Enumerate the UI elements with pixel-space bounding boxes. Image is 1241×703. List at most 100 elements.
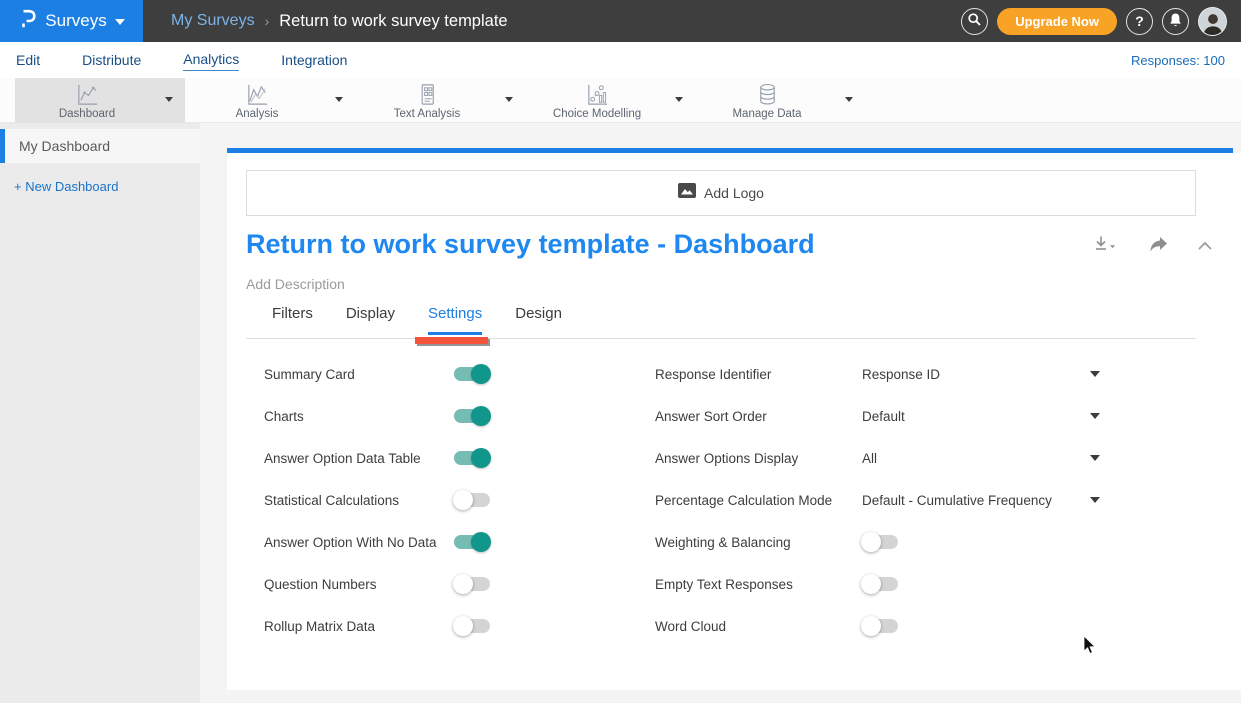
download-button[interactable] <box>1093 235 1117 258</box>
image-icon <box>678 183 696 203</box>
question-numbers-toggle[interactable] <box>454 577 490 591</box>
nav-item-edit[interactable]: Edit <box>16 50 40 70</box>
breadcrumb-my-surveys[interactable]: My Surveys <box>171 12 255 30</box>
empty-text-responses-toggle[interactable] <box>862 577 898 591</box>
setting-label: Answer Options Display <box>655 451 862 466</box>
chevron-down-icon <box>115 19 125 25</box>
nav-item-distribute[interactable]: Distribute <box>82 50 141 70</box>
summary-card-toggle[interactable] <box>454 367 490 381</box>
setting-label: Answer Sort Order <box>655 409 862 424</box>
analysis-dropdown-caret-icon[interactable] <box>335 97 343 102</box>
statistical-calculations-toggle[interactable] <box>454 493 490 507</box>
dropdown-caret-icon[interactable] <box>1090 371 1100 377</box>
text-analysis-dropdown-caret-icon[interactable] <box>505 97 513 102</box>
choice-modelling-icon <box>585 82 610 107</box>
setting-label: Answer Option Data Table <box>264 451 421 466</box>
settings-tab-annotation-marker <box>415 337 488 344</box>
sidebar-item-my-dashboard[interactable]: My Dashboard <box>0 129 200 163</box>
share-icon[interactable] <box>1147 236 1168 258</box>
search-icon <box>967 12 982 30</box>
search-button[interactable] <box>961 8 988 35</box>
setting-row-empty-text-responses: Empty Text Responses <box>655 563 1100 605</box>
setting-label: Word Cloud <box>655 619 862 634</box>
toolbar-item-manage-data[interactable]: Manage Data <box>695 78 865 123</box>
add-logo-button[interactable]: Add Logo <box>246 170 1196 216</box>
toolbar-item-dashboard[interactable]: Dashboard <box>15 78 185 123</box>
collapse-chevron-icon[interactable] <box>1197 238 1213 256</box>
add-description-field[interactable]: Add Description <box>246 276 345 292</box>
setting-label: Rollup Matrix Data <box>264 619 375 634</box>
setting-row-weighting-balancing: Weighting & Balancing <box>655 521 1100 563</box>
nav-item-integration[interactable]: Integration <box>281 50 347 70</box>
response-identifier-select[interactable]: Response ID <box>862 367 1090 382</box>
setting-row-rollup-matrix-data: Rollup Matrix Data <box>264 605 490 647</box>
settings-dropdown-column: Response Identifier Response ID Answer S… <box>655 353 1100 647</box>
setting-row-answer-option-data-table: Answer Option Data Table <box>264 437 490 479</box>
settings-toggle-column: Summary Card Charts Answer Option Data T… <box>264 353 490 647</box>
charts-toggle[interactable] <box>454 409 490 423</box>
rollup-matrix-data-toggle[interactable] <box>454 619 490 633</box>
tab-display[interactable]: Display <box>346 305 395 335</box>
nav-item-analytics[interactable]: Analytics <box>183 49 239 71</box>
setting-row-summary-card: Summary Card <box>264 353 490 395</box>
toolbar-item-choice-modelling[interactable]: Choice Modelling <box>525 78 695 123</box>
toolbar-item-label: Text Analysis <box>394 108 460 120</box>
dropdown-caret-icon[interactable] <box>1090 455 1100 461</box>
answer-option-data-table-toggle[interactable] <box>454 451 490 465</box>
help-button[interactable]: ? <box>1126 8 1153 35</box>
dashboard-sidebar: My Dashboard + New Dashboard <box>0 123 200 703</box>
dashboard-chart-icon <box>75 82 100 107</box>
choice-modelling-dropdown-caret-icon[interactable] <box>675 97 683 102</box>
dashboard-card: Add Logo Return to work survey template … <box>227 153 1241 690</box>
tabs-divider <box>246 338 1196 339</box>
toolbar-item-label: Choice Modelling <box>553 108 641 120</box>
toolbar-item-label: Dashboard <box>59 108 115 120</box>
question-mark-icon: ? <box>1135 13 1144 29</box>
setting-label: Statistical Calculations <box>264 493 399 508</box>
notifications-button[interactable] <box>1162 8 1189 35</box>
avatar[interactable] <box>1198 7 1227 36</box>
toolbar-item-text-analysis[interactable]: Text Analysis <box>355 78 525 123</box>
responses-count: Responses: 100 <box>1131 53 1225 68</box>
answer-option-with-no-data-toggle[interactable] <box>454 535 490 549</box>
setting-label: Question Numbers <box>264 577 377 592</box>
setting-row-response-identifier: Response Identifier Response ID <box>655 353 1100 395</box>
new-dashboard-button[interactable]: + New Dashboard <box>0 179 200 194</box>
breadcrumb-separator: › <box>265 13 270 29</box>
analysis-chart-icon <box>245 82 270 107</box>
setting-label: Answer Option With No Data <box>264 535 437 550</box>
settings-tabs: Filters Display Settings Design <box>272 305 562 335</box>
product-switcher[interactable]: Surveys <box>0 0 143 42</box>
page-title: Return to work survey template - Dashboa… <box>246 229 815 260</box>
upgrade-now-button[interactable]: Upgrade Now <box>997 8 1117 35</box>
word-cloud-toggle[interactable] <box>862 619 898 633</box>
tab-design[interactable]: Design <box>515 305 562 335</box>
weighting-balancing-toggle[interactable] <box>862 535 898 549</box>
setting-label: Weighting & Balancing <box>655 535 862 550</box>
setting-row-answer-option-with-no-data: Answer Option With No Data <box>264 521 490 563</box>
breadcrumb: My Surveys › Return to work survey templ… <box>171 12 508 31</box>
setting-label: Charts <box>264 409 304 424</box>
product-name: Surveys <box>45 11 106 31</box>
dropdown-caret-icon[interactable] <box>1090 497 1100 503</box>
database-icon <box>755 82 780 107</box>
setting-row-question-numbers: Question Numbers <box>264 563 490 605</box>
top-header: Surveys My Surveys › Return to work surv… <box>0 0 1241 42</box>
dropdown-caret-icon[interactable] <box>1090 413 1100 419</box>
tab-settings[interactable]: Settings <box>428 305 482 335</box>
answer-sort-order-select[interactable]: Default <box>862 409 1090 424</box>
document-actions <box>1093 235 1213 258</box>
setting-row-statistical-calculations: Statistical Calculations <box>264 479 490 521</box>
add-logo-label: Add Logo <box>704 185 764 201</box>
toolbar-item-label: Manage Data <box>732 108 801 120</box>
setting-row-word-cloud: Word Cloud <box>655 605 1100 647</box>
bell-icon <box>1168 12 1183 31</box>
answer-options-display-select[interactable]: All <box>862 451 1090 466</box>
analytics-toolbar: Dashboard Analysis Text Analysis Choice … <box>0 78 1241 123</box>
dashboard-dropdown-caret-icon[interactable] <box>165 97 173 102</box>
manage-data-dropdown-caret-icon[interactable] <box>845 97 853 102</box>
tab-filters[interactable]: Filters <box>272 305 313 335</box>
percentage-calculation-mode-select[interactable]: Default - Cumulative Frequency <box>862 493 1090 508</box>
toolbar-item-analysis[interactable]: Analysis <box>185 78 355 123</box>
breadcrumb-current: Return to work survey template <box>279 12 507 31</box>
